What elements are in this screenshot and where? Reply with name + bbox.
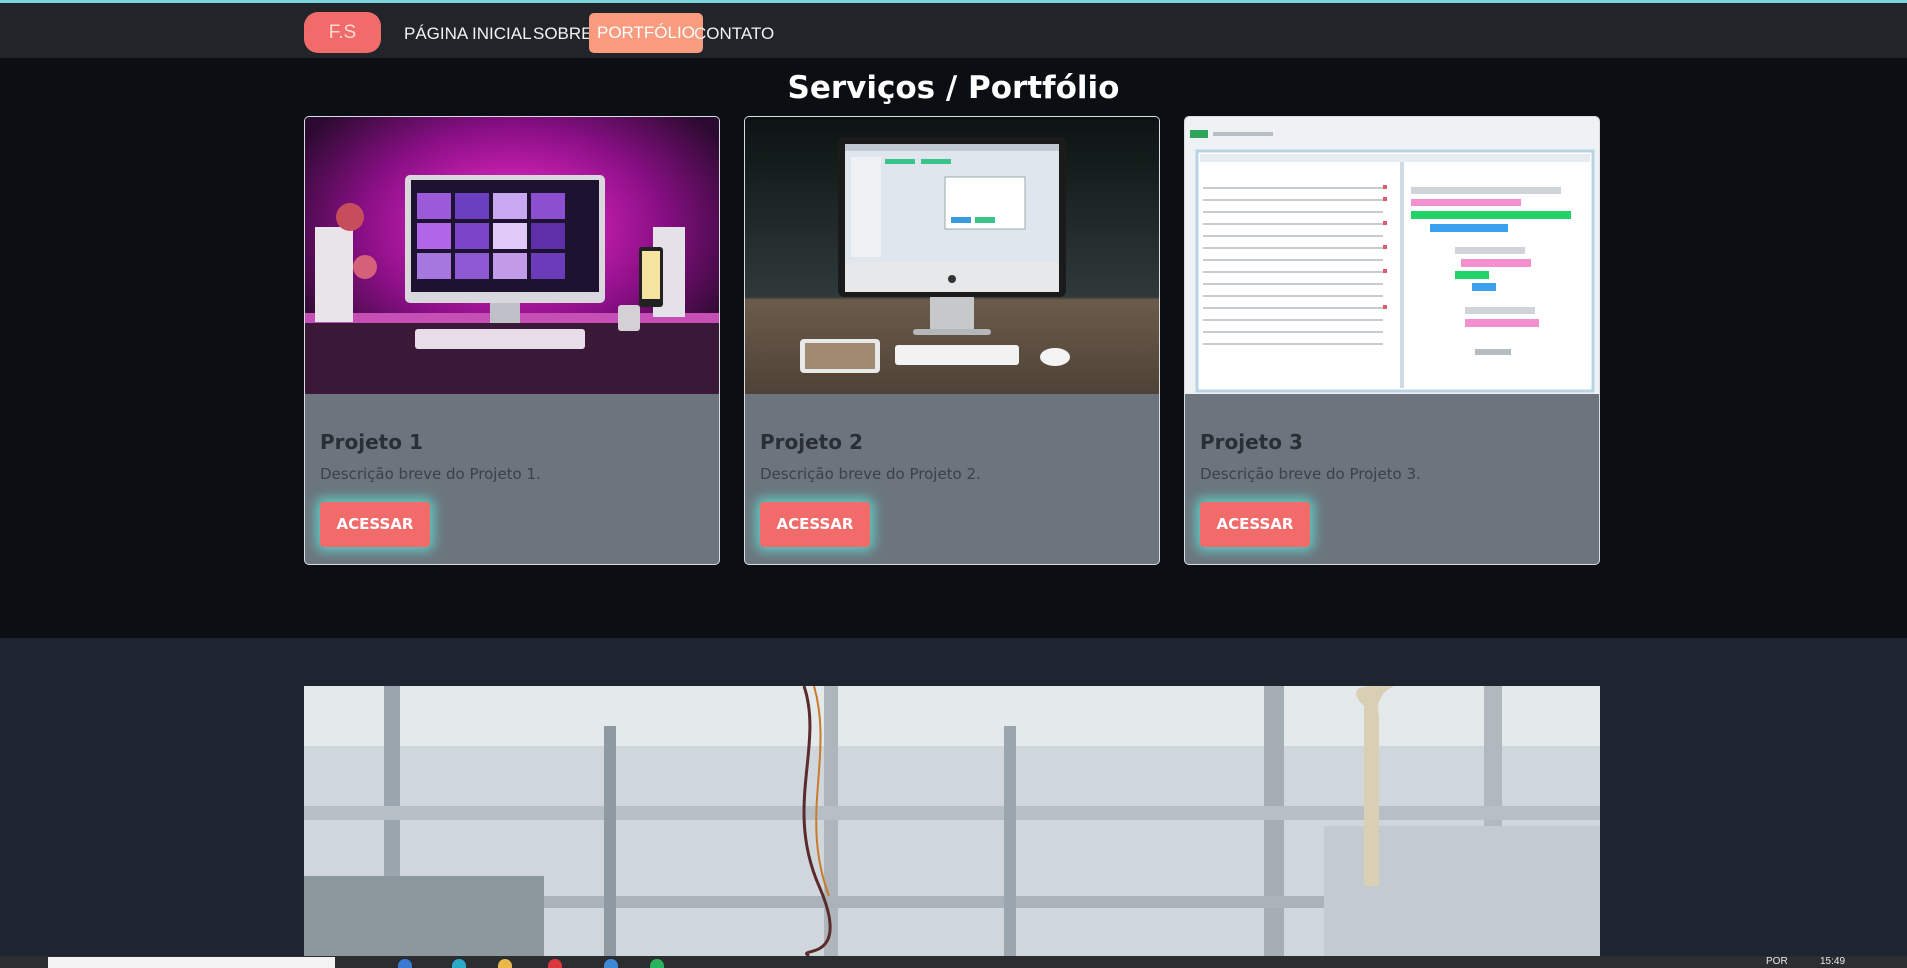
app-icon-green[interactable]: [650, 959, 664, 968]
nav-link-home[interactable]: PÁGINA INICIAL: [404, 15, 532, 53]
nav-link-about[interactable]: SOBRE: [533, 15, 593, 53]
project-2-title: Projeto 2: [760, 430, 863, 454]
project-1-access-button[interactable]: ACESSAR: [320, 502, 430, 547]
project-1-description: Descrição breve do Projeto 1.: [320, 465, 541, 483]
hero-image: [304, 686, 1600, 956]
app-icon[interactable]: [398, 959, 412, 968]
project-1-title: Projeto 1: [320, 430, 423, 454]
taskbar-search-box[interactable]: [48, 957, 335, 968]
project-2-image: [745, 117, 1159, 394]
project-3-description: Descrição breve do Projeto 3.: [1200, 465, 1421, 483]
brand-logo[interactable]: F.S TECH: [304, 12, 381, 84]
project-card-1: Projeto 1 Descrição breve do Projeto 1. …: [304, 116, 720, 565]
project-3-title: Projeto 3: [1200, 430, 1303, 454]
folder-icon[interactable]: [498, 959, 512, 968]
nav-link-portfolio[interactable]: PORTFÓLIO: [589, 13, 703, 53]
project-2-access-button[interactable]: ACESSAR: [760, 502, 870, 547]
project-3-image: [1185, 117, 1599, 394]
taskbar-clock[interactable]: 15:49: [1820, 956, 1845, 967]
section-title: Serviços / Portfólio: [787, 70, 1120, 106]
project-card-3: Projeto 3 Descrição breve do Projeto 3. …: [1184, 116, 1600, 565]
nav-link-contact[interactable]: CONTATO: [694, 15, 774, 53]
app-icon-red[interactable]: [548, 959, 562, 968]
project-card-2: Projeto 2 Descrição breve do Projeto 2. …: [744, 116, 1160, 565]
project-2-description: Descrição breve do Projeto 2.: [760, 465, 981, 483]
project-1-image: [305, 117, 719, 394]
browser-icon[interactable]: [452, 959, 466, 968]
project-3-access-button[interactable]: ACESSAR: [1200, 502, 1310, 547]
taskbar-language[interactable]: POR: [1766, 956, 1788, 967]
navbar: F.S TECH PÁGINA INICIAL SOBRE PORTFÓLIO …: [0, 3, 1907, 84]
app-icon-blue[interactable]: [604, 959, 618, 968]
